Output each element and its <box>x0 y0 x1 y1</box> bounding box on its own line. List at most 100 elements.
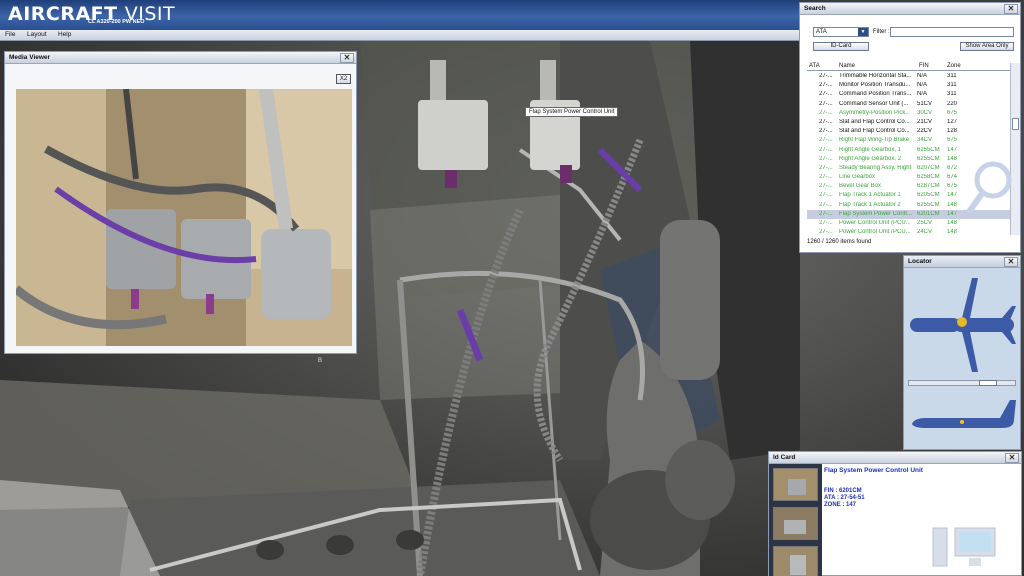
row-name: Right Angle Gearbox, 2 <box>839 155 902 162</box>
aircraft-side-view[interactable] <box>906 390 1018 446</box>
scene-marker-label: B <box>318 358 322 364</box>
chevron-down-icon: ▼ <box>858 28 868 36</box>
computer-icon <box>932 527 996 567</box>
row-name: Flap System Power Contr... <box>839 210 913 217</box>
row-fin: 6255CM <box>917 146 940 153</box>
row-zone: 675 <box>947 137 958 144</box>
row-fin: 25CV <box>917 220 933 226</box>
component-ata: ATA : 27-54-51 <box>824 495 865 501</box>
row-fin: 6201CM <box>917 210 940 217</box>
row-name: Command Sensor Unit (... <box>839 100 909 107</box>
component-photo <box>16 89 352 346</box>
list-item[interactable]: 27-... Monitor Position Transdu... N/A 311 <box>807 81 1010 90</box>
search-close-button[interactable]: ✕ <box>1004 4 1018 14</box>
id-card-header[interactable]: Id Card ✕ <box>769 452 1021 464</box>
slider-handle[interactable] <box>979 380 997 386</box>
row-ata: 27-... <box>819 146 833 153</box>
row-zone: 148 <box>947 220 958 226</box>
thumbnail-3[interactable] <box>773 546 818 576</box>
media-viewer-header[interactable]: Media Viewer ✕ <box>5 52 356 64</box>
list-item[interactable]: 27-... Command Sensor Unit (... 51CV 220 <box>807 100 1010 109</box>
row-ata: 27-... <box>819 229 833 233</box>
row-zone: 311 <box>947 82 957 89</box>
close-icon: ✕ <box>1007 4 1015 13</box>
filter-input[interactable] <box>890 27 1014 37</box>
row-ata: 27-... <box>819 155 833 162</box>
row-zone: 675 <box>947 109 958 116</box>
row-ata: 27-... <box>819 100 833 107</box>
list-item[interactable]: 27-... Asymmetry-Position Pick... 30CV 675 <box>807 109 1010 118</box>
row-name: Bevel Gear Box <box>839 183 882 190</box>
row-fin: 6287CM <box>917 183 940 190</box>
locator-close-button[interactable]: ✕ <box>1004 257 1018 267</box>
menu-bar: File Layout Help <box>0 30 800 41</box>
close-icon: ✕ <box>1007 257 1015 266</box>
row-fin: 6255CM <box>917 155 940 162</box>
row-fin: 6205CM <box>917 192 940 199</box>
list-item[interactable]: 27-... Trimmable Horizontal Sta... N/A 311 <box>807 72 1010 81</box>
list-item[interactable]: 27-... Slat and Flap Control Co... 22CV 128 <box>807 127 1010 136</box>
search-header[interactable]: Search ✕ <box>800 3 1020 15</box>
row-name: Command Position Trans... <box>839 91 912 98</box>
menu-file[interactable]: File <box>5 31 15 38</box>
thumbnail-2[interactable] <box>773 507 818 540</box>
row-ata: 27-... <box>819 174 833 181</box>
row-ata: 27-... <box>819 82 833 89</box>
row-name: Right Flap Wing-Tip Brake <box>839 137 910 144</box>
aircraft-top-view[interactable] <box>906 270 1018 378</box>
locator-header[interactable]: Locator ✕ <box>904 256 1020 268</box>
row-ata: 27-... <box>819 109 833 116</box>
list-item[interactable]: 27-... Right Flap Wing-Tip Brake 34CV 675 <box>807 136 1010 145</box>
filter-label: Filter : <box>873 29 890 35</box>
row-name: Asymmetry-Position Pick... <box>839 109 911 116</box>
tooltip-text: Flap System Power Control Unit <box>529 109 615 115</box>
row-fin: 6255CM <box>917 201 940 208</box>
row-fin: 6258CM <box>917 174 940 181</box>
list-item[interactable]: 27-... Power Control Unit (PCU... 25CV 148 <box>807 219 1010 228</box>
row-ata: 27-... <box>819 164 833 171</box>
row-ata: 27-... <box>819 201 833 208</box>
column-ata[interactable]: ATA <box>809 63 820 69</box>
row-fin: 51CV <box>917 100 933 107</box>
list-item[interactable]: 27-... Command Position Trans... N/A 311 <box>807 90 1010 99</box>
list-item[interactable]: 27-... Slat and Flap Control Co... 21CV 127 <box>807 118 1010 127</box>
row-fin: 34CV <box>917 137 933 144</box>
id-card-close-button[interactable]: ✕ <box>1005 453 1019 463</box>
scrollbar-thumb[interactable] <box>1012 118 1019 130</box>
row-fin: N/A <box>917 91 928 98</box>
list-item[interactable]: 27-... Right Angle Gearbox, 1 6255CM 147 <box>807 146 1010 155</box>
row-name: Line Gearbox <box>839 174 876 181</box>
component-name: Flap System Power Control Unit <box>824 467 923 474</box>
row-zone: 148 <box>947 229 958 233</box>
items-found-count: 1260 / 1260 items found <box>807 239 872 245</box>
row-fin: 24CV <box>917 229 933 233</box>
column-fin[interactable]: FIN <box>919 63 929 69</box>
category-select[interactable]: ATA ▼ <box>813 27 869 37</box>
thumbnail-1[interactable] <box>773 468 818 501</box>
close-icon: ✕ <box>343 53 351 62</box>
locator-title: Locator <box>908 258 932 265</box>
row-name: Right Angle Gearbox, 1 <box>839 146 902 153</box>
search-panel: Search ✕ ATA ▼ Filter : ID-Card Show Are… <box>799 2 1021 253</box>
row-name: Steady Bearing Assy, Right <box>839 164 912 171</box>
row-ata: 27-... <box>819 220 833 226</box>
menu-layout[interactable]: Layout <box>27 31 47 38</box>
show-area-only-button[interactable]: Show Area Only <box>960 42 1014 51</box>
menu-help[interactable]: Help <box>58 31 71 38</box>
list-item[interactable]: 27-... Power Control Unit (PCU... 24CV 148 <box>807 228 1010 233</box>
row-zone: 127 <box>947 118 958 125</box>
component-fin: FIN : 6201CM <box>824 488 862 494</box>
location-marker <box>957 317 967 327</box>
result-list-header: ATA Name FIN Zone <box>807 63 1010 71</box>
search-title: Search <box>804 5 826 12</box>
row-zone: 220 <box>947 100 958 107</box>
row-fin: N/A <box>917 82 928 89</box>
column-name[interactable]: Name <box>839 63 855 69</box>
column-zone[interactable]: Zone <box>947 63 961 69</box>
locator-view-slider[interactable] <box>908 380 1016 386</box>
title-bar: AIRCRAFT VISIT CL A320-200 PW NEO <box>0 0 800 30</box>
row-zone: 128 <box>947 128 958 135</box>
zoom-x2-button[interactable]: X2 <box>336 74 351 84</box>
media-viewer-close-button[interactable]: ✕ <box>340 53 354 63</box>
id-card-button[interactable]: ID-Card <box>813 42 869 51</box>
